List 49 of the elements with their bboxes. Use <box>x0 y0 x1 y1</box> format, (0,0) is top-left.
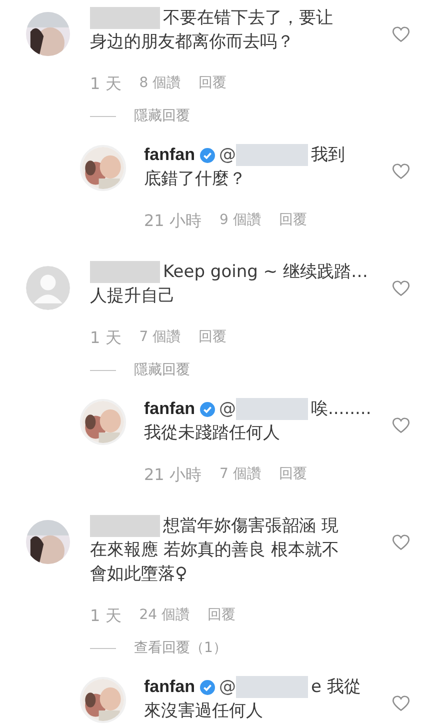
like-count[interactable]: 7 個讚 <box>219 465 261 486</box>
comment-text: 我到 <box>311 144 345 167</box>
blurred-username <box>90 7 160 29</box>
heart-icon[interactable] <box>392 163 410 180</box>
heart-icon[interactable] <box>392 417 410 434</box>
like-count[interactable]: 24 個讚 <box>139 606 190 627</box>
comment-time: 1 天 <box>90 74 122 95</box>
comment-time: 1 天 <box>90 328 122 349</box>
like-count[interactable]: 9 個讚 <box>219 211 261 232</box>
comment-text: 身边的朋友都离你而去吗？ <box>90 31 294 54</box>
comment-text: 唉........ <box>311 398 372 421</box>
reply-link[interactable]: 回覆 <box>198 328 227 349</box>
comment-time: 21 小時 <box>144 211 202 232</box>
reply-link[interactable]: 回覆 <box>278 465 307 486</box>
comment-text: 我從未踐踏任何人 <box>144 422 280 445</box>
comment-text: 想當年妳傷害張韶涵 現 <box>163 515 338 538</box>
comment-text: e 我從 <box>311 676 361 699</box>
mention-link[interactable]: @ <box>219 397 236 421</box>
blurred-username <box>236 144 308 166</box>
username[interactable]: fanfan <box>144 397 195 421</box>
comment-time: 1 天 <box>90 606 122 627</box>
blurred-username <box>236 676 308 698</box>
reply-link[interactable]: 回覆 <box>198 74 227 95</box>
blurred-username <box>236 398 308 420</box>
username[interactable]: fanfan <box>144 143 195 167</box>
comment-text: 不要在错下去了，要让 <box>163 7 333 30</box>
replies-toggle[interactable]: 查看回覆（1） <box>134 639 227 657</box>
comment-text: 人提升自己 <box>90 285 175 308</box>
like-count[interactable]: 8 個讚 <box>139 74 181 95</box>
comment-text: 來沒害過任何人 <box>144 700 263 723</box>
blurred-username <box>90 515 160 537</box>
username[interactable]: fanfan <box>144 675 195 699</box>
comment-text: 會如此墮落♀ <box>90 563 188 586</box>
comment-time: 21 小時 <box>144 465 202 486</box>
heart-icon[interactable] <box>392 695 410 712</box>
heart-icon[interactable] <box>392 26 410 43</box>
heart-icon[interactable] <box>392 280 410 297</box>
comment-text: 在來報應 若妳真的善良 根本就不 <box>90 539 339 562</box>
reply-link[interactable]: 回覆 <box>208 606 236 627</box>
mention-link[interactable]: @ <box>219 143 236 167</box>
reply-link[interactable]: 回覆 <box>278 211 307 232</box>
replies-toggle[interactable]: 隱藏回覆 <box>134 107 190 125</box>
replies-toggle[interactable]: 隱藏回覆 <box>134 361 190 379</box>
heart-icon[interactable] <box>392 534 410 551</box>
comment-text: 底錯了什麼？ <box>144 168 246 191</box>
comment-text: Keep going ~ 继续践踏… <box>163 261 368 284</box>
mention-link[interactable]: @ <box>219 675 236 699</box>
blurred-username <box>90 261 160 283</box>
like-count[interactable]: 7 個讚 <box>139 328 181 349</box>
